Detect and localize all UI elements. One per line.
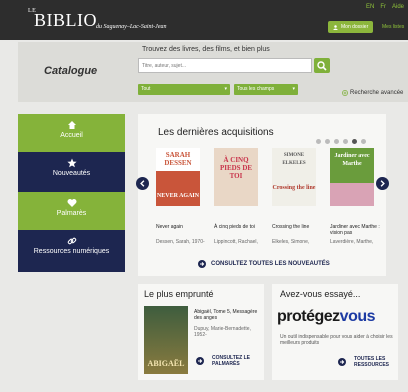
section-title: Les dernières acquisitions [158, 127, 274, 138]
catalog-title: Catalogue [44, 65, 98, 77]
sidebar-item-digital-resources[interactable]: Ressources numériques [18, 230, 125, 272]
cover-subtitle: NEVER AGAIN [156, 193, 200, 199]
type-select[interactable]: Tout ▾ [138, 84, 230, 95]
cover-title: À CINQ PIEDS DE TOI [219, 156, 253, 180]
cover-title: Jardiner avec Marthe [334, 153, 370, 167]
carousel-dot[interactable] [343, 139, 348, 144]
sidebar-item-new-items[interactable]: Nouveautés [18, 152, 125, 194]
book-title[interactable]: Abigaël, Tome 5, Messagère des anges [194, 309, 260, 321]
chevron-right-icon [380, 180, 385, 187]
search-icon [317, 61, 327, 71]
book-cover[interactable]: SARAH DESSEN NEVER AGAIN [156, 148, 200, 206]
type-select-value: Tout [141, 86, 151, 92]
carousel-dot[interactable] [325, 139, 330, 144]
account-label: Mon dossier [341, 24, 369, 30]
arrow-right-circle-icon [198, 260, 206, 268]
book-cover[interactable]: SIMONE ELKELES Crossing the line [272, 148, 316, 206]
book-item[interactable]: Jardiner avec Marthe Jardiner avec Marth… [330, 148, 380, 245]
my-lists-link[interactable]: Mes listes [382, 24, 404, 30]
book-item[interactable]: À CINQ PIEDS DE TOI À cinq pieds de toi … [214, 148, 264, 245]
logo-part: protégez [277, 308, 340, 325]
resource-description: Un outil indispensable pour vous aider à… [280, 334, 393, 346]
field-select[interactable]: Tous les champs ▾ [234, 84, 298, 95]
top-bar: LE BIBLIO du Saguenay–Lac-Saint-Jean EN … [0, 0, 408, 40]
book-title[interactable]: Jardiner avec Marthe : vision pas [330, 224, 380, 236]
section-title: Le plus emprunté [144, 289, 214, 299]
bestsellers-link[interactable]: CONSULTEZ LE PALMARÈS [212, 355, 262, 367]
search-input[interactable] [138, 58, 312, 73]
carousel-dot-active[interactable] [352, 139, 357, 144]
sidebar-item-home[interactable]: Accueil [18, 114, 125, 152]
book-author: Elkeles, Simone, [272, 239, 310, 245]
chevron-down-icon: ▾ [292, 86, 295, 92]
biblio-logo[interactable]: LE BIBLIO du Saguenay–Lac-Saint-Jean [28, 8, 178, 34]
field-select-value: Tous les champs [237, 86, 275, 92]
chevron-down-icon: ▾ [224, 86, 227, 92]
arrow-right-circle-icon [196, 357, 204, 365]
cover-title: SARAH DESSEN [164, 151, 192, 167]
carousel-dot[interactable] [316, 139, 321, 144]
cover-title: ABIGAËL [147, 359, 185, 368]
most-borrowed-card: Le plus emprunté ABIGAËL Abigaël, Tome 5… [138, 284, 264, 380]
advanced-search-link[interactable]: Recherche avancée [342, 90, 403, 96]
sidebar-item-label: Accueil [60, 132, 83, 139]
home-icon [67, 121, 76, 129]
carousel-prev-button[interactable] [136, 177, 149, 190]
have-you-tried-card: Avez-vous essayé... protégezvous Un outi… [272, 284, 398, 380]
catalog-search-panel: Catalogue Trouvez des livres, des films,… [18, 42, 408, 102]
chevron-left-icon [140, 180, 145, 187]
advanced-search-label: Recherche avancée [350, 90, 404, 96]
carousel-dot[interactable] [334, 139, 339, 144]
link-icon [67, 237, 76, 245]
sidebar-item-label: Nouveautés [52, 170, 91, 177]
book-title[interactable]: À cinq pieds de toi [214, 224, 264, 236]
language-fr-link[interactable]: Fr [380, 4, 386, 10]
latest-acquisitions-carousel: Les dernières acquisitions SARAH DESSEN … [136, 114, 389, 276]
book-cover[interactable]: Jardiner avec Marthe [330, 148, 374, 206]
sidebar-item-label: Ressources numériques [33, 248, 110, 255]
cover-subtitle: Crossing the line [272, 185, 316, 191]
carousel-dot[interactable] [361, 139, 366, 144]
sidebar-item-label: Palmarès [56, 210, 87, 217]
section-title: Avez-vous essayé... [280, 289, 361, 299]
see-all-new-items-label: CONSULTEZ TOUTES LES NOUVEAUTÉS [211, 261, 330, 267]
carousel-dots [316, 139, 366, 144]
language-en-link[interactable]: EN [366, 4, 374, 10]
all-resources-link[interactable]: TOUTES LES RESSOURCES [354, 356, 394, 368]
protegez-vous-logo[interactable]: protégezvous [277, 308, 376, 326]
heart-icon [67, 199, 76, 207]
sidebar-item-bestsellers[interactable]: Palmarès [18, 192, 125, 230]
book-title[interactable]: Never again [156, 224, 206, 236]
plus-circle-icon [342, 90, 348, 96]
book-item[interactable]: SIMONE ELKELES Crossing the line Crossin… [272, 148, 322, 245]
user-icon [333, 24, 338, 30]
search-prompt: Trouvez des livres, des films, et bien p… [142, 46, 270, 53]
logo-part: vous [339, 308, 376, 325]
book-author: Dessen, Sarah, 1970- [156, 239, 205, 245]
top-links: EN Fr Aide [366, 4, 404, 10]
book-author: Lippincott, Rachael, [214, 239, 258, 245]
see-all-new-items-link[interactable]: CONSULTEZ TOUTES LES NOUVEAUTÉS [198, 260, 330, 268]
book-item[interactable]: SARAH DESSEN NEVER AGAIN Never again Des… [156, 148, 206, 245]
star-icon [66, 158, 77, 168]
book-cover[interactable]: À CINQ PIEDS DE TOI [214, 148, 258, 206]
logo-name: BIBLIO [34, 10, 97, 30]
arrow-right-circle-icon [338, 358, 346, 366]
logo-region: du Saguenay–Lac-Saint-Jean [96, 24, 167, 30]
account-button[interactable]: Mon dossier [328, 21, 374, 33]
help-link[interactable]: Aide [392, 4, 404, 10]
cover-title: SIMONE ELKELES [282, 153, 306, 166]
book-author: Dupuy, Marie-Bernadette, 1952- [194, 326, 251, 338]
search-button[interactable] [314, 58, 330, 73]
book-title[interactable]: Crossing the line [272, 224, 322, 236]
book-cover[interactable]: ABIGAËL [144, 306, 188, 374]
book-author: Laverdière, Marthe, [330, 239, 374, 245]
